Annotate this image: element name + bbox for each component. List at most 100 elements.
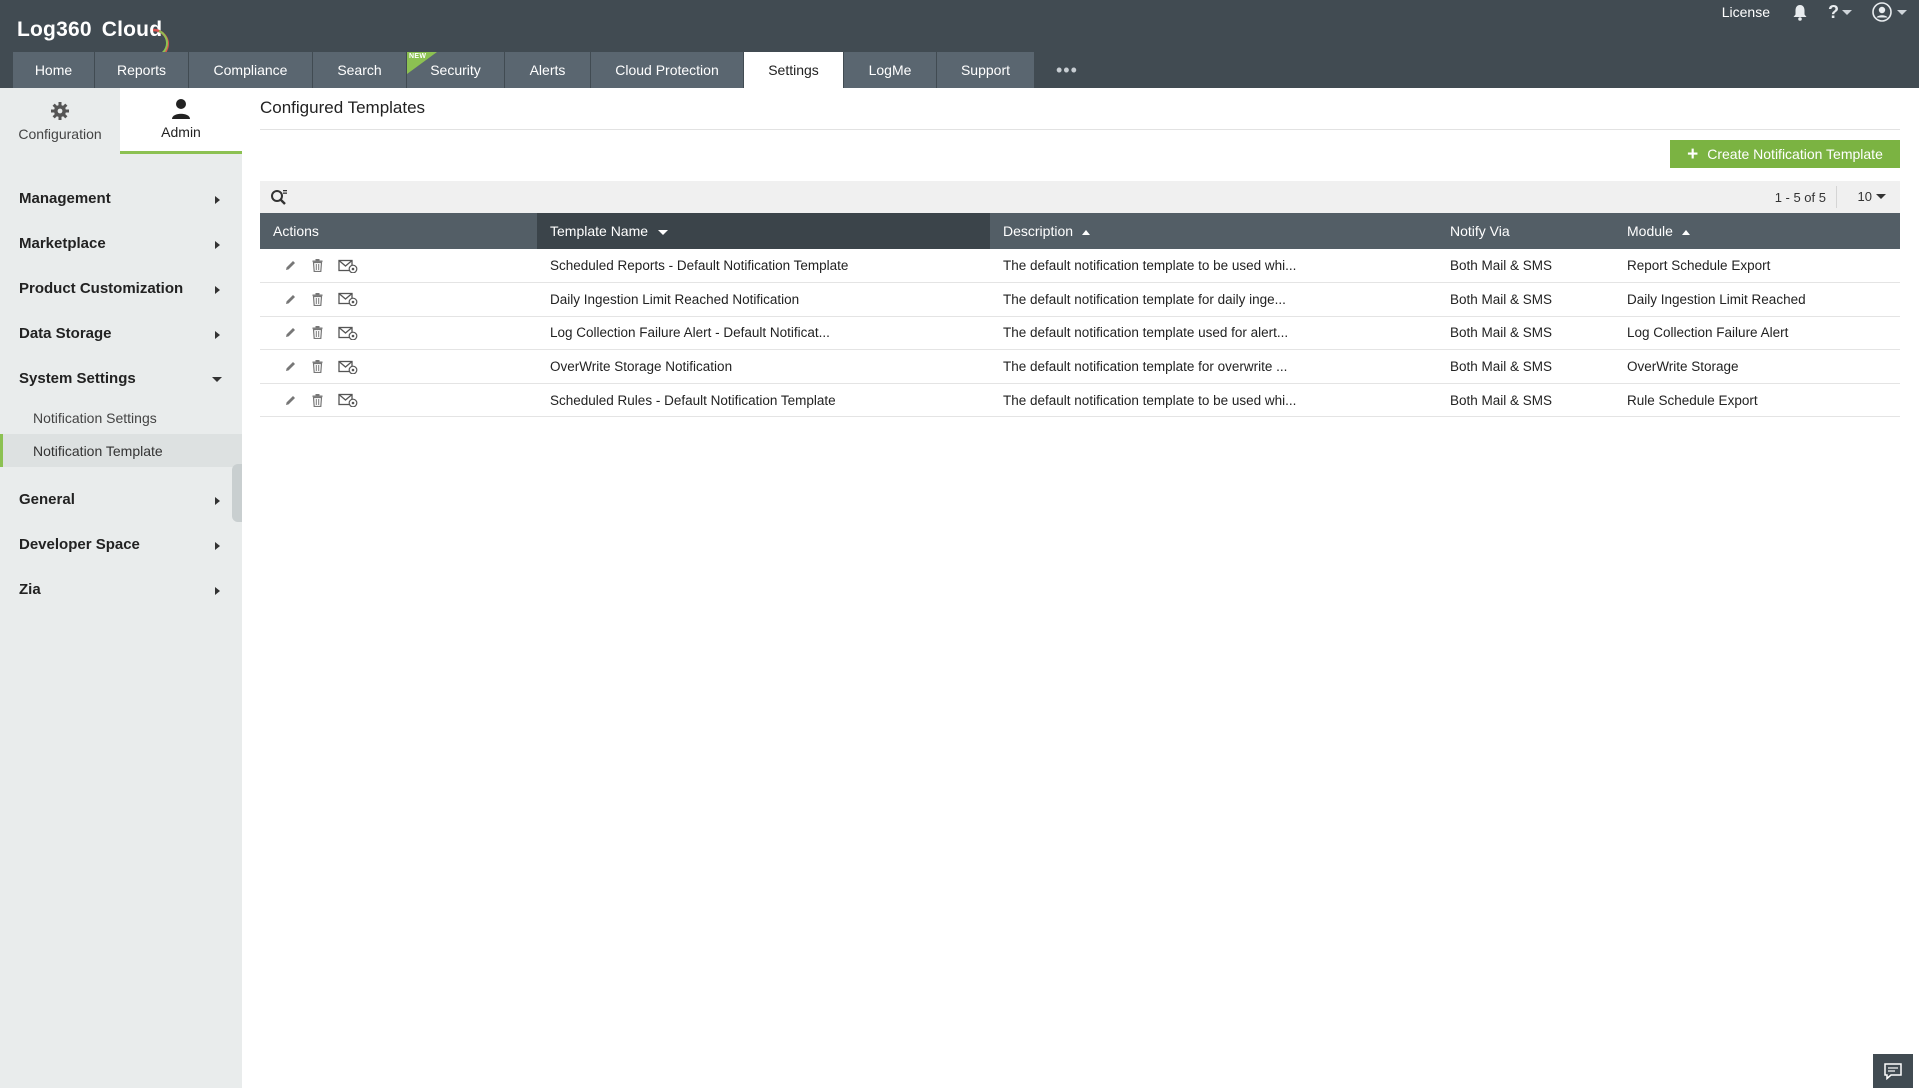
tab-search[interactable]: Search <box>313 52 407 88</box>
help-menu[interactable]: ? <box>1828 2 1852 23</box>
preview-mail-icon[interactable] <box>338 360 358 374</box>
table-row[interactable]: Log Collection Failure Alert - Default N… <box>260 316 1900 351</box>
tab-logme[interactable]: LogMe <box>844 52 937 88</box>
cell-notify-via: Both Mail & SMS <box>1437 349 1614 384</box>
cell-template-name: Scheduled Rules - Default Notification T… <box>537 383 990 418</box>
table-row[interactable]: Daily Ingestion Limit Reached Notificati… <box>260 282 1900 317</box>
sidebar-subitem-notification-settings[interactable]: Notification Settings <box>0 401 242 434</box>
sidebar-item-zia[interactable]: Zia <box>0 567 242 612</box>
user-icon <box>171 99 191 119</box>
edit-icon[interactable] <box>284 259 297 272</box>
sidebar-item-general[interactable]: General <box>0 477 242 522</box>
column-header-notify-via[interactable]: Notify Via <box>1437 213 1614 249</box>
row-actions <box>260 316 537 351</box>
templates-table: Actions Template Name Description Notify… <box>260 213 1900 418</box>
column-header-template-name[interactable]: Template Name <box>537 213 990 249</box>
sidebar-item-label: Marketplace <box>19 235 106 252</box>
edit-icon[interactable] <box>284 394 297 407</box>
tab-label: Security <box>430 62 481 78</box>
tab-label: Home <box>34 62 73 78</box>
sidebar-tab-configuration[interactable]: Configuration <box>0 88 120 154</box>
delete-icon[interactable] <box>312 326 323 340</box>
row-actions <box>260 282 537 317</box>
tab-home[interactable]: Home <box>13 52 95 88</box>
top-header: Log360 Cloud License ? Home Reports Comp… <box>0 0 1919 88</box>
tab-security[interactable]: NEW Security <box>407 52 505 88</box>
cell-notify-via: Both Mail & SMS <box>1437 383 1614 418</box>
preview-mail-icon[interactable] <box>338 393 358 408</box>
cell-notify-via: Both Mail & SMS <box>1437 249 1614 284</box>
sidebar-collapse-handle[interactable] <box>232 464 242 522</box>
table-row[interactable]: OverWrite Storage Notification The defaul… <box>260 349 1900 384</box>
chevron-right-icon <box>215 331 220 339</box>
edit-icon[interactable] <box>284 326 297 339</box>
column-header-module[interactable]: Module <box>1614 213 1900 249</box>
sort-desc-icon <box>658 229 669 235</box>
sidebar-item-developer-space[interactable]: Developer Space <box>0 522 242 567</box>
table-row[interactable]: Scheduled Rules - Default Notification T… <box>260 383 1900 418</box>
preview-mail-icon[interactable] <box>338 292 358 307</box>
tab-label: Support <box>960 62 1011 78</box>
column-header-label: Module <box>1627 223 1673 239</box>
cell-notify-via: Both Mail & SMS <box>1437 316 1614 351</box>
cell-module: OverWrite Storage <box>1614 349 1900 384</box>
delete-icon[interactable] <box>312 360 323 374</box>
sidebar-tab-label: Configuration <box>18 125 102 142</box>
tab-support[interactable]: Support <box>937 52 1035 88</box>
chevron-right-icon <box>215 196 220 204</box>
sidebar-subitem-label: Notification Settings <box>33 409 157 426</box>
column-header-description[interactable]: Description <box>990 213 1437 249</box>
chevron-right-icon <box>215 241 220 249</box>
row-actions <box>260 249 537 284</box>
cell-template-name: OverWrite Storage Notification <box>537 349 990 384</box>
gear-icon <box>50 101 70 121</box>
cell-module: Log Collection Failure Alert <box>1614 316 1900 351</box>
column-header-label: Actions <box>273 223 319 239</box>
more-dots-icon[interactable]: ••• <box>1056 60 1078 81</box>
notification-bell-icon[interactable] <box>1792 4 1808 21</box>
tab-label: Search <box>337 62 382 78</box>
sidebar-subitem-notification-template[interactable]: Notification Template <box>0 434 242 467</box>
tab-reports[interactable]: Reports <box>95 52 189 88</box>
page-title: Configured Templates <box>260 98 426 117</box>
delete-icon[interactable] <box>312 259 323 273</box>
sidebar-tab-label: Admin <box>161 124 201 140</box>
create-notification-template-button[interactable]: + Create Notification Template <box>1670 140 1900 168</box>
chevron-down-icon <box>1876 194 1886 199</box>
plus-icon: + <box>1687 143 1699 165</box>
search-icon[interactable] <box>270 189 288 211</box>
sidebar-item-management[interactable]: Management <box>0 176 242 221</box>
app-logo[interactable]: Log360 Cloud <box>17 18 169 60</box>
preview-mail-icon[interactable] <box>338 259 358 273</box>
sidebar-item-product-customization[interactable]: Product Customization <box>0 266 242 311</box>
sidebar-item-marketplace[interactable]: Marketplace <box>0 221 242 266</box>
cell-notify-via: Both Mail & SMS <box>1437 282 1614 317</box>
tab-compliance[interactable]: Compliance <box>189 52 313 88</box>
chat-icon <box>1884 1063 1902 1080</box>
tab-label: Settings <box>768 62 819 78</box>
delete-icon[interactable] <box>312 393 323 407</box>
delete-icon[interactable] <box>312 292 323 306</box>
sidebar-item-data-storage[interactable]: Data Storage <box>0 311 242 356</box>
table-row[interactable]: Scheduled Reports - Default Notification… <box>260 249 1900 284</box>
chevron-right-icon <box>215 542 220 550</box>
tab-cloud-protection[interactable]: Cloud Protection <box>591 52 744 88</box>
sidebar-tab-admin[interactable]: Admin <box>120 88 242 154</box>
main-nav-tabs: Home Reports Compliance Search NEW Secur… <box>13 52 1035 88</box>
license-link[interactable]: License <box>1722 4 1770 20</box>
preview-mail-icon[interactable] <box>338 326 358 340</box>
cell-module: Report Schedule Export <box>1614 249 1900 284</box>
sidebar-item-system-settings[interactable]: System Settings <box>0 356 242 401</box>
edit-icon[interactable] <box>284 360 297 373</box>
tab-settings[interactable]: Settings <box>744 52 844 88</box>
chat-button[interactable] <box>1873 1054 1913 1088</box>
chevron-right-icon <box>215 497 220 505</box>
cell-description: The default notification template used f… <box>990 316 1437 351</box>
per-page-select[interactable]: 10 <box>1858 189 1886 204</box>
user-menu[interactable] <box>1872 2 1907 22</box>
edit-icon[interactable] <box>284 293 297 306</box>
cell-description: The default notification template to be … <box>990 383 1437 418</box>
tab-alerts[interactable]: Alerts <box>505 52 591 88</box>
column-header-label: Notify Via <box>1450 223 1510 239</box>
chevron-right-icon <box>215 587 220 595</box>
